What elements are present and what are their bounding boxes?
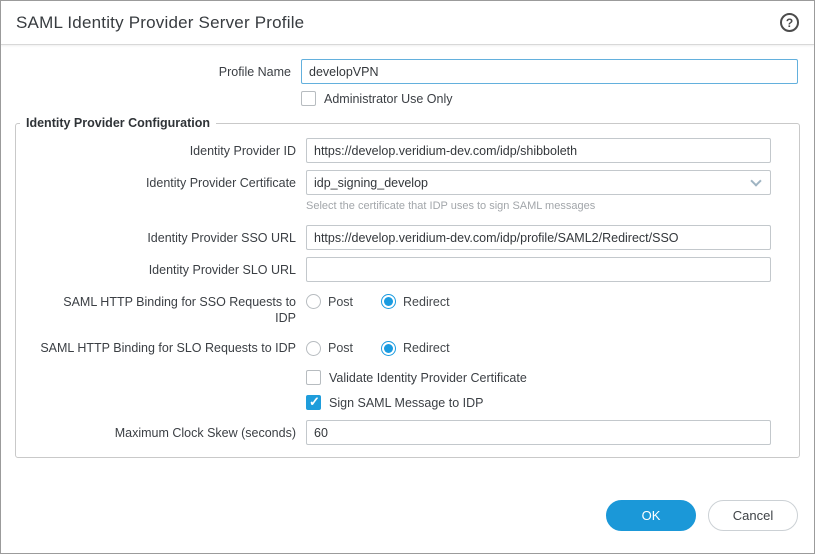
help-icon[interactable]: ? — [780, 13, 799, 32]
idp-certificate-label: Identity Provider Certificate — [16, 175, 306, 191]
identity-provider-configuration-legend: Identity Provider Configuration — [20, 116, 216, 130]
validate-idp-certificate-label: Validate Identity Provider Certificate — [329, 371, 527, 385]
validate-idp-certificate-checkbox[interactable] — [306, 370, 321, 385]
idp-certificate-value: idp_signing_develop — [314, 176, 752, 190]
slo-binding-label: SAML HTTP Binding for SLO Requests to ID… — [16, 340, 306, 356]
dialog-title: SAML Identity Provider Server Profile — [16, 13, 304, 33]
idp-certificate-select[interactable]: idp_signing_develop — [306, 170, 771, 195]
slo-binding-options: Post Redirect — [306, 341, 771, 356]
dialog-footer: OK Cancel — [606, 500, 798, 531]
clock-skew-input[interactable] — [306, 420, 771, 445]
identity-provider-configuration-group: Identity Provider Configuration Identity… — [15, 116, 800, 458]
sso-binding-redirect-label: Redirect — [403, 295, 450, 309]
dialog-header: SAML Identity Provider Server Profile ? — [1, 1, 814, 45]
sso-binding-label: SAML HTTP Binding for SSO Requests to ID… — [16, 294, 306, 326]
sign-saml-message-label: Sign SAML Message to IDP — [329, 396, 483, 410]
clock-skew-label: Maximum Clock Skew (seconds) — [16, 425, 306, 441]
idp-slo-url-label: Identity Provider SLO URL — [16, 262, 306, 278]
administrator-use-only-label: Administrator Use Only — [324, 92, 453, 106]
dialog-form: Profile Name Administrator Use Only Iden… — [1, 45, 814, 458]
profile-name-label: Profile Name — [1, 64, 301, 80]
slo-binding-post-label: Post — [328, 341, 353, 355]
chevron-down-icon — [750, 175, 761, 186]
cancel-button[interactable]: Cancel — [708, 500, 798, 531]
idp-id-label: Identity Provider ID — [16, 143, 306, 159]
ok-button[interactable]: OK — [606, 500, 696, 531]
slo-binding-post-radio[interactable] — [306, 341, 321, 356]
idp-sso-url-input[interactable] — [306, 225, 771, 250]
slo-binding-redirect-label: Redirect — [403, 341, 450, 355]
idp-id-input[interactable] — [306, 138, 771, 163]
slo-binding-redirect-radio[interactable] — [381, 341, 396, 356]
idp-slo-url-input[interactable] — [306, 257, 771, 282]
profile-name-input[interactable] — [301, 59, 798, 84]
sign-saml-message-checkbox[interactable] — [306, 395, 321, 410]
idp-certificate-hint: Select the certificate that IDP uses to … — [306, 197, 771, 212]
sso-binding-post-label: Post — [328, 295, 353, 309]
idp-sso-url-label: Identity Provider SSO URL — [16, 230, 306, 246]
administrator-use-only-checkbox[interactable] — [301, 91, 316, 106]
sso-binding-options: Post Redirect — [306, 294, 771, 309]
saml-idp-server-profile-dialog: SAML Identity Provider Server Profile ? … — [0, 0, 815, 554]
sso-binding-post-radio[interactable] — [306, 294, 321, 309]
sso-binding-redirect-radio[interactable] — [381, 294, 396, 309]
